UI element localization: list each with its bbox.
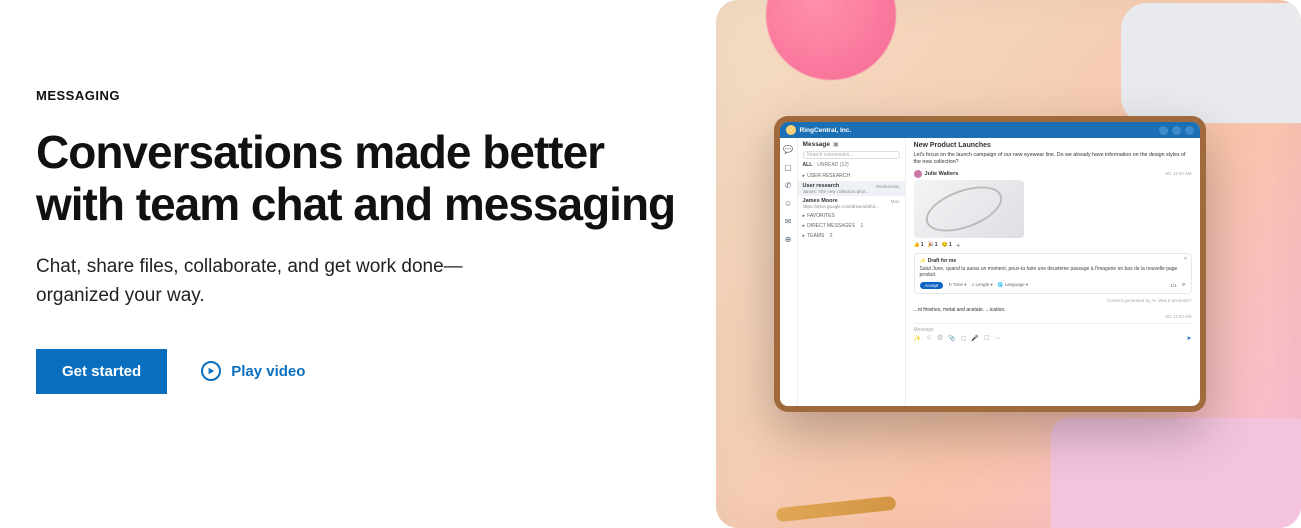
- ai-draft-panel: ✕ Draft for me Salut June, quand tu aura…: [914, 253, 1192, 294]
- app-screen: RingCentral, Inc. 💬 ▢ ✆ ☺: [780, 122, 1200, 406]
- prop-pencil: [775, 496, 896, 522]
- appbar-action-icon[interactable]: [1172, 126, 1181, 135]
- reaction-thumbs[interactable]: 👍 1: [914, 242, 924, 249]
- tone-control[interactable]: ↻ Tone ▾: [948, 282, 966, 288]
- message-time: 8/1 11:00 AM: [1165, 171, 1191, 176]
- chat-preview: https://drive.google.com/drive/u/0/fol..…: [803, 204, 900, 209]
- conversation-list: Message ▣ Search conversatio... ALL UNRE…: [798, 138, 906, 406]
- section-count: 2: [830, 233, 833, 239]
- chat-time: Wednesday: [876, 184, 900, 189]
- rail-contacts-icon[interactable]: ☺: [783, 198, 793, 208]
- rail-video-icon[interactable]: ▢: [783, 162, 793, 172]
- hero-image-scene: RingCentral, Inc. 💬 ▢ ✆ ☺: [716, 0, 1301, 528]
- panel-title: Draft for me: [920, 258, 1186, 264]
- tablet-frame: RingCentral, Inc. 💬 ▢ ✆ ☺: [774, 116, 1206, 412]
- accept-button[interactable]: Accept: [920, 282, 944, 289]
- prop-device: [1121, 3, 1301, 123]
- chat-item[interactable]: User researchWednesday James: The new co…: [798, 181, 905, 196]
- appbar-action-icon[interactable]: [1185, 126, 1194, 135]
- nav-rail: 💬 ▢ ✆ ☺ ✉ ⊕: [780, 138, 798, 406]
- message-time: 8/1 11:03 AM: [914, 314, 1192, 319]
- calendar-icon[interactable]: ☐: [984, 335, 989, 342]
- section-teams[interactable]: TEAMS 2: [798, 231, 905, 241]
- thread-title: New Product Launches: [914, 142, 1192, 149]
- app-title-bar: RingCentral, Inc.: [780, 122, 1200, 138]
- chat-time: Mon: [891, 199, 900, 204]
- author-avatar: [914, 170, 922, 178]
- more-icon[interactable]: ⋯: [994, 335, 1000, 342]
- section-direct-messages[interactable]: DIRECT MESSAGES 1: [798, 221, 905, 231]
- length-control[interactable]: ≡ Length ▾: [972, 282, 993, 288]
- workspace-avatar: [786, 125, 796, 135]
- panel-body: Salut June, quand tu auras un moment, pe…: [920, 266, 1186, 279]
- rail-message-icon[interactable]: 💬: [783, 144, 793, 154]
- chat-preview: James: The new collection phot...: [803, 189, 900, 194]
- folder-icon[interactable]: ▣: [833, 141, 839, 148]
- rail-more-icon[interactable]: ⊕: [783, 234, 793, 244]
- play-icon: [201, 361, 221, 381]
- search-input[interactable]: Search conversatio...: [803, 151, 900, 159]
- ai-footnote: Content generated by AI. Was it accurate…: [914, 298, 1192, 303]
- reaction-add[interactable]: ＋: [956, 242, 961, 249]
- thread-pane: New Product Launches Let's focus on the …: [906, 138, 1200, 406]
- chat-item[interactable]: James MooreMon https://drive.google.com/…: [798, 196, 905, 211]
- composer-input[interactable]: Message: [914, 327, 1192, 333]
- play-video-button[interactable]: Play video: [201, 361, 305, 381]
- prop-notebook: [1051, 418, 1301, 528]
- prop-drink: [766, 0, 896, 80]
- section-label: DIRECT MESSAGES: [807, 223, 855, 229]
- attach-icon[interactable]: 📎: [948, 335, 955, 342]
- list-title: Message: [803, 141, 830, 148]
- section-count: 1: [860, 223, 863, 229]
- filter-unread[interactable]: UNREAD (12): [817, 162, 848, 168]
- eyebrow: MESSAGING: [36, 88, 676, 103]
- section-favorites[interactable]: FAVORITES: [798, 211, 905, 221]
- hero-subcopy: Chat, share files, collaborate, and get …: [36, 252, 516, 311]
- reaction-smile[interactable]: 😊 1: [942, 242, 952, 249]
- get-started-button[interactable]: Get started: [36, 349, 167, 394]
- workspace-title: RingCentral, Inc.: [800, 127, 852, 134]
- section-label: TEAMS: [807, 233, 824, 239]
- rail-phone-icon[interactable]: ✆: [783, 180, 793, 190]
- reaction-party[interactable]: 🎉 1: [928, 242, 938, 249]
- section-user-research[interactable]: USER RESEARCH: [798, 171, 905, 181]
- appbar-action-icon[interactable]: [1159, 126, 1168, 135]
- draft-counter: 1/1: [1171, 283, 1177, 288]
- emoji-icon[interactable]: ☺: [926, 335, 932, 342]
- refresh-icon[interactable]: ⟳: [1182, 282, 1186, 288]
- rail-text-icon[interactable]: ✉: [783, 216, 793, 226]
- composer: Message ✨ ☺ @ 📎 ▢ 🎤 ☐ ⋯: [914, 323, 1192, 342]
- at-icon[interactable]: @: [937, 335, 943, 342]
- reactions: 👍 1 🎉 1 😊 1 ＋: [914, 242, 1192, 249]
- play-video-label: Play video: [231, 363, 305, 380]
- close-icon[interactable]: ✕: [1183, 256, 1187, 262]
- filter-all[interactable]: ALL: [803, 162, 813, 168]
- thread-message: Let's focus on the launch campaign of ou…: [914, 152, 1192, 166]
- author-name: Julie Walters: [925, 171, 959, 177]
- send-icon[interactable]: ➤: [1187, 335, 1192, 342]
- mic-icon[interactable]: 🎤: [971, 335, 978, 342]
- hero-headline: Conversations made better with team chat…: [36, 127, 676, 230]
- sparkle-icon[interactable]: ✨: [914, 335, 921, 342]
- attachment-image[interactable]: [914, 180, 1024, 238]
- screen-icon[interactable]: ▢: [961, 335, 967, 342]
- message-snippet: ...nt finishes, metal and acetate. ...ic…: [914, 307, 1192, 313]
- language-control[interactable]: 🌐 Language ▾: [998, 282, 1028, 288]
